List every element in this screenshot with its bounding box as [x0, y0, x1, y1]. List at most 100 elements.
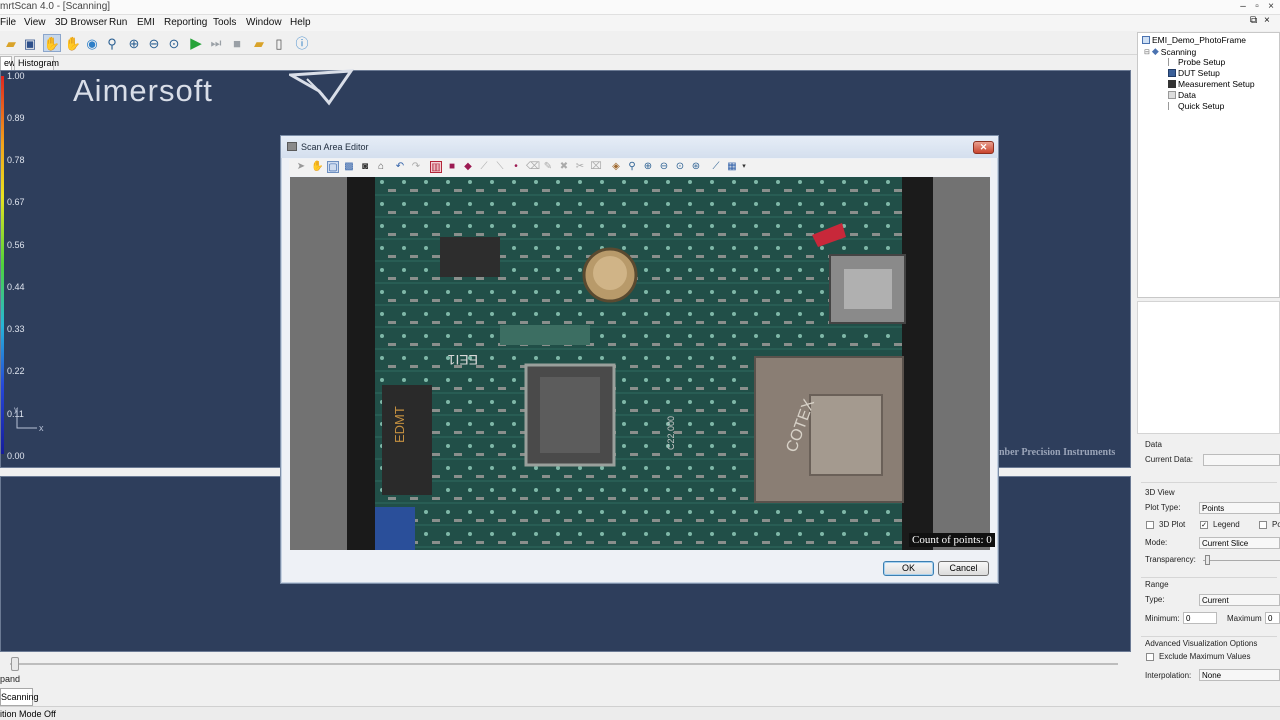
section-3d-view-header: 3D View: [1145, 488, 1175, 497]
grid-area-icon[interactable]: ▥: [430, 161, 442, 173]
legend-label: Legend: [1213, 520, 1240, 529]
collapse-icon[interactable]: ⊟: [1144, 48, 1150, 56]
tab-view[interactable]: ew: [0, 56, 16, 70]
close-window-button[interactable]: ×: [1264, 1, 1278, 12]
tree-item-quick-setup[interactable]: Quick Setup: [1168, 101, 1224, 111]
chevron-down-icon[interactable]: ▾: [738, 161, 750, 173]
menu-emi[interactable]: EMI: [137, 17, 155, 28]
slider-track: [10, 663, 1118, 665]
menu-window[interactable]: Window: [246, 17, 282, 28]
home-globe-icon[interactable]: ◉: [83, 34, 101, 52]
dialog-zoom-icon[interactable]: ⚲: [626, 161, 638, 173]
scale-label: 0.56: [7, 240, 25, 250]
tag-icon[interactable]: ◈: [610, 161, 622, 173]
camera-icon[interactable]: ◙: [359, 161, 371, 173]
section-range-header: Range: [1145, 580, 1169, 589]
ok-button[interactable]: OK: [883, 561, 934, 576]
segment-icon[interactable]: ⟍: [494, 161, 506, 173]
scale-label: 0.78: [7, 155, 25, 165]
dialog-zoom-fit-icon[interactable]: ⊙: [674, 161, 686, 173]
legend-checkbox[interactable]: ✓: [1200, 521, 1208, 529]
interpolation-select[interactable]: None: [1199, 669, 1280, 681]
po-checkbox[interactable]: [1259, 521, 1267, 529]
folder-icon[interactable]: ▰: [250, 34, 268, 52]
exclude-max-checkbox[interactable]: [1146, 653, 1154, 661]
move-hand-icon[interactable]: ✋: [64, 34, 82, 52]
dialog-close-button[interactable]: ✕: [973, 141, 994, 154]
rectangle-area-icon[interactable]: ■: [446, 161, 458, 173]
pipette-icon[interactable]: ⟋: [710, 161, 722, 173]
tab-scanning[interactable]: Scanning: [0, 688, 39, 706]
mode-select[interactable]: Current Slice: [1199, 537, 1280, 549]
divider: [1141, 482, 1277, 483]
clipboard-icon[interactable]: ▯: [270, 34, 288, 52]
mdi-close-button[interactable]: ×: [1264, 15, 1270, 26]
plot3d-checkbox[interactable]: [1146, 521, 1154, 529]
pointer-icon[interactable]: ➤: [295, 161, 307, 173]
cancel-button[interactable]: Cancel: [938, 561, 989, 576]
grid-icon[interactable]: ▦: [726, 161, 738, 173]
menu-view[interactable]: View: [24, 17, 46, 28]
zoom-out-icon[interactable]: ⊖: [145, 34, 163, 52]
eraser-icon[interactable]: ⌫: [526, 161, 540, 173]
pan-hand-icon[interactable]: ✋: [311, 161, 323, 173]
select-rect-icon[interactable]: ▢: [327, 161, 339, 173]
pcb-mark-label: EDMT: [392, 406, 407, 443]
current-data-field[interactable]: [1203, 454, 1280, 466]
probe-hand-icon[interactable]: ✋: [43, 34, 61, 52]
tree-root[interactable]: EMI_Demo_PhotoFrame: [1142, 35, 1246, 45]
cut-icon[interactable]: ✂: [574, 161, 586, 173]
delete-icon[interactable]: ✖: [558, 161, 570, 173]
redo-icon[interactable]: ↷: [410, 161, 422, 173]
tree-item-data[interactable]: Data: [1168, 90, 1196, 100]
tree-item-dut-setup[interactable]: DUT Setup: [1168, 68, 1220, 78]
dialog-zoom-out-icon[interactable]: ⊖: [658, 161, 670, 173]
transparency-slider[interactable]: [1205, 555, 1210, 565]
expand-label[interactable]: pand: [0, 674, 20, 684]
clear-icon[interactable]: ⌧: [590, 161, 602, 173]
pcb-mark-label: EEI1: [447, 352, 478, 368]
maximum-field[interactable]: 0: [1265, 612, 1280, 624]
edit-icon[interactable]: ✎: [542, 161, 554, 173]
menu-help[interactable]: Help: [290, 17, 311, 28]
dialog-title-bar[interactable]: Scan Area Editor: [281, 136, 998, 158]
save-icon[interactable]: ▣: [21, 34, 39, 52]
tree-item-probe-setup[interactable]: Probe Setup: [1168, 57, 1225, 67]
slice-slider[interactable]: [0, 656, 1131, 672]
run-play-icon[interactable]: ▶: [187, 34, 205, 52]
line-icon[interactable]: ⟋: [478, 161, 490, 173]
dialog-zoom-in-icon[interactable]: ⊕: [642, 161, 654, 173]
plot-type-select[interactable]: Points: [1199, 502, 1280, 514]
lock-icon[interactable]: ⌂: [375, 161, 387, 173]
menu-file[interactable]: File: [0, 17, 16, 28]
info-icon[interactable]: ⓘ: [293, 34, 311, 52]
step-forward-icon[interactable]: ⏭: [207, 34, 225, 52]
restore-button[interactable]: ▫: [1250, 1, 1264, 12]
undo-icon[interactable]: ↶: [394, 161, 406, 173]
tree-item-measurement-setup[interactable]: Measurement Setup: [1168, 79, 1255, 89]
image-icon[interactable]: ▩: [343, 161, 355, 173]
open-folder-icon[interactable]: ▰: [2, 34, 20, 52]
slider-thumb[interactable]: [11, 657, 19, 671]
info-panel: [1137, 301, 1280, 434]
dialog-zoom-region-icon[interactable]: ⊛: [690, 161, 702, 173]
menu-3d-browser[interactable]: 3D Browser: [55, 17, 107, 28]
interpolation-label: Interpolation:: [1145, 671, 1192, 680]
mdi-restore-button[interactable]: ⧉: [1250, 15, 1257, 26]
zoom-in-icon[interactable]: ⊕: [125, 34, 143, 52]
stop-icon[interactable]: ■: [228, 34, 246, 52]
range-type-select[interactable]: Current: [1199, 594, 1280, 606]
menu-reporting[interactable]: Reporting: [164, 17, 207, 28]
scan-canvas[interactable]: EEI1 EDMT COTEX C22.000 Count of points:…: [290, 177, 995, 550]
menu-run[interactable]: Run: [109, 17, 127, 28]
minimum-field[interactable]: 0: [1183, 612, 1217, 624]
tab-histogram[interactable]: Histogram: [14, 56, 59, 70]
tree-item-label: Measurement Setup: [1178, 79, 1255, 89]
menu-tools[interactable]: Tools: [213, 17, 236, 28]
point-icon[interactable]: •: [510, 161, 522, 173]
polygon-area-icon[interactable]: ◆: [462, 161, 474, 173]
zoom-fit-icon[interactable]: ⊙: [165, 34, 183, 52]
minimize-button[interactable]: –: [1236, 1, 1250, 12]
tree-group-scanning[interactable]: ⊟ ◆ Scanning: [1144, 46, 1196, 57]
zoom-icon[interactable]: ⚲: [103, 34, 121, 52]
